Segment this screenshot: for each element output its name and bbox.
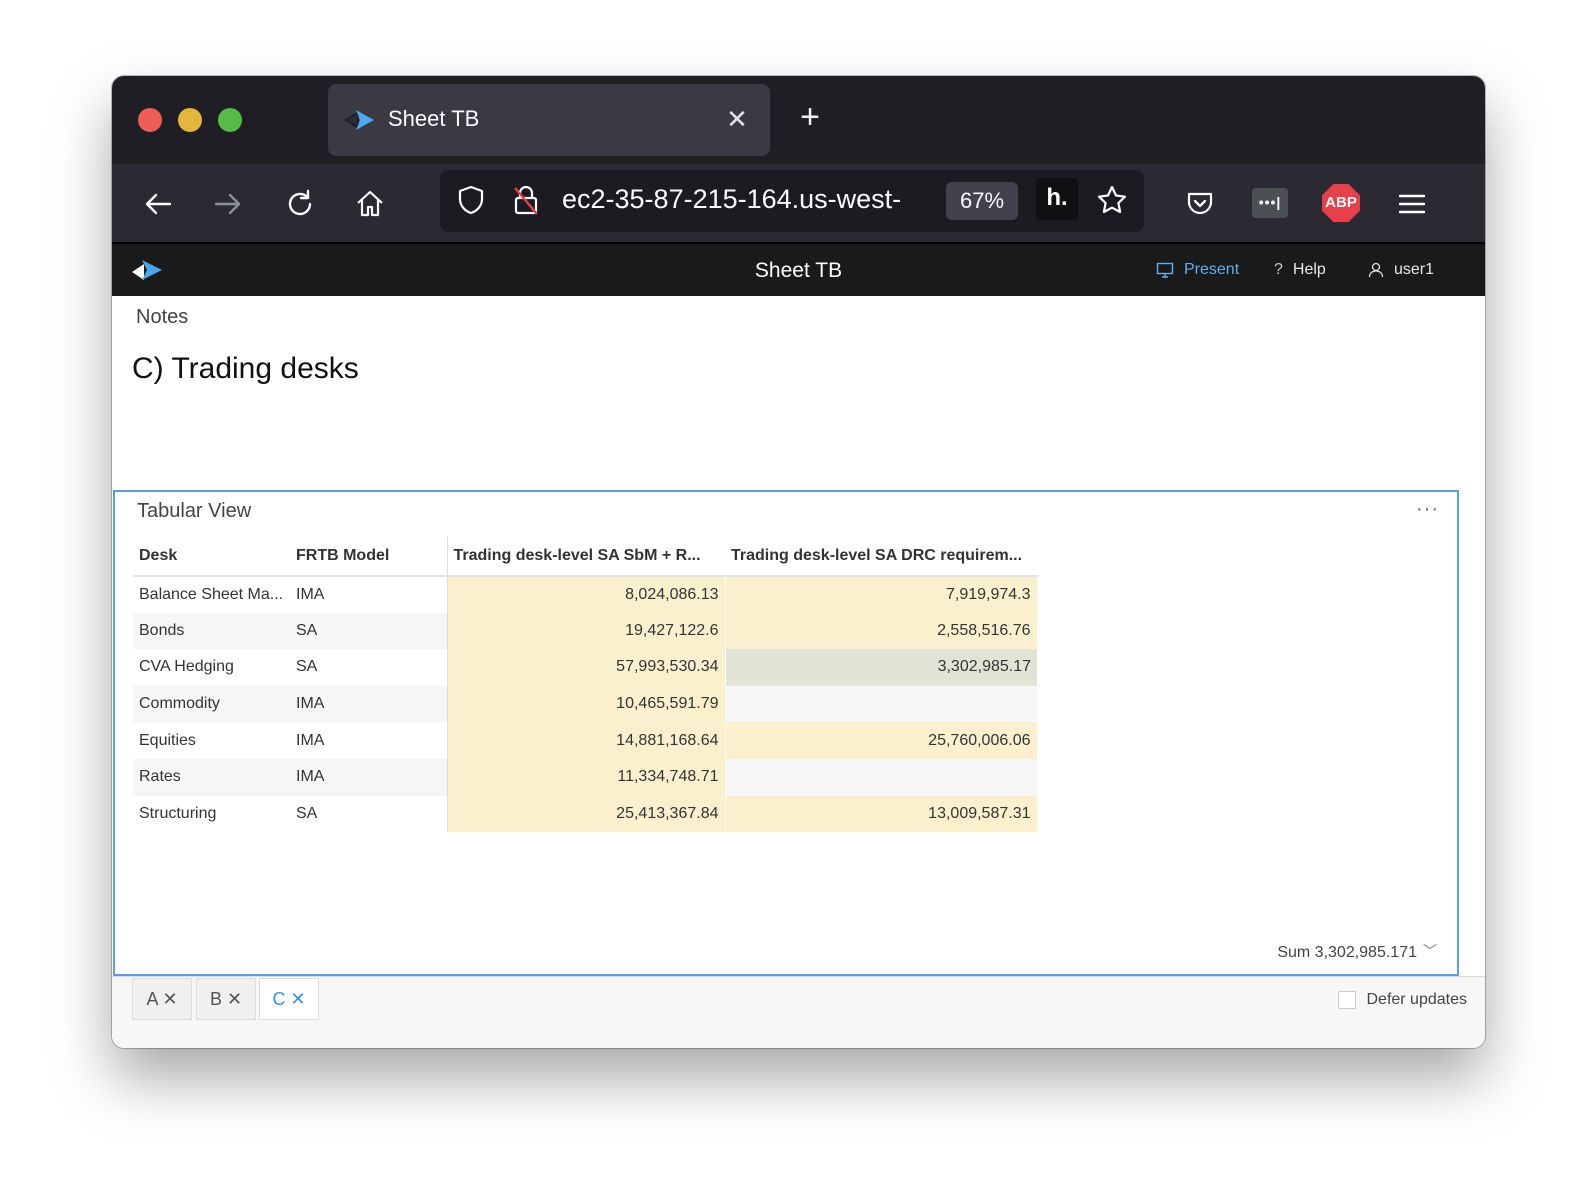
help-button[interactable]: ? Help [1274, 261, 1326, 279]
cell-sbm[interactable]: 11,334,748.71 [447, 758, 726, 796]
table-row: CVA Hedging SA 57,993,530.34 3,302,985.1… [133, 649, 1037, 686]
cell-desk[interactable]: Structuring [133, 796, 290, 833]
home-icon[interactable] [354, 188, 386, 220]
cell-sbm[interactable]: 57,993,530.34 [447, 649, 726, 686]
app-header: Sheet TB Present ? Help user1 [112, 242, 1485, 296]
table-row: Structuring SA 25,413,367.84 13,009,587.… [133, 795, 1038, 833]
tab-title: Sheet TB [388, 106, 480, 131]
cell-model[interactable]: SA [290, 795, 448, 833]
cell-sbm[interactable]: 25,413,367.84 [447, 795, 726, 833]
browser-titlebar: Sheet TB ✕ + [112, 76, 1485, 164]
url-bar[interactable]: ec2-35-87-215-164.us-west- 67% h. [440, 170, 1144, 232]
browser-navbar: ec2-35-87-215-164.us-west- 67% h. •••| A… [112, 164, 1485, 242]
table-row: Rates IMA 11,334,748.71 [133, 758, 1037, 796]
lastpass-extension-icon[interactable]: •••| [1252, 188, 1288, 218]
hamburger-menu-icon[interactable] [1396, 188, 1428, 220]
chevron-down-icon[interactable]: ﹀ [1423, 941, 1437, 961]
cell-model[interactable]: SA [290, 649, 448, 686]
cell-sbm[interactable]: 14,881,168.64 [447, 722, 726, 759]
cell-drc[interactable] [725, 758, 1037, 796]
cell-desk[interactable]: Commodity [133, 685, 290, 723]
close-icon[interactable]: ✕ [227, 989, 242, 1009]
cell-sbm[interactable]: 10,465,591.79 [447, 685, 726, 723]
close-icon[interactable]: ✕ [162, 989, 177, 1009]
sheet-tab-label: A [146, 989, 158, 1009]
cell-drc[interactable]: 2,558,516.76 [725, 612, 1038, 650]
panel-title: Tabular View [137, 500, 252, 522]
monitor-icon [1156, 262, 1174, 278]
question-mark-icon: ? [1274, 261, 1283, 278]
column-header-frtb-model[interactable]: FRTB Model [290, 536, 448, 577]
insecure-lock-icon[interactable] [512, 184, 540, 216]
cell-drc[interactable]: 7,919,974.3 [725, 576, 1038, 613]
sheet-tab-b[interactable]: B ✕ [196, 978, 256, 1020]
more-options-icon[interactable]: ··· [1416, 498, 1439, 521]
sheet-tab-label: C [272, 989, 286, 1009]
browser-window: Sheet TB ✕ + ec2-35-87-215-164.us-west- … [112, 76, 1485, 1048]
data-table: Desk FRTB Model Trading desk-level SA Sb… [133, 536, 1038, 833]
sheet-tab-c[interactable]: C ✕ [259, 978, 319, 1020]
column-header-desk[interactable]: Desk [133, 536, 290, 577]
column-header-sbm[interactable]: Trading desk-level SA SbM + R... [447, 536, 725, 577]
cell-model[interactable]: IMA [290, 576, 448, 613]
notes-label: Notes [136, 306, 189, 328]
new-tab-button[interactable]: + [792, 100, 828, 134]
bookmark-star-icon[interactable] [1096, 184, 1128, 216]
cell-sbm[interactable]: 19,427,122.6 [447, 612, 726, 650]
column-header-drc[interactable]: Trading desk-level SA DRC requirem... [725, 536, 1037, 577]
url-fade [900, 178, 950, 224]
notes-heading: C) Trading desks [132, 352, 359, 385]
cell-sbm[interactable]: 8,024,086.13 [447, 576, 726, 613]
back-arrow-icon[interactable] [142, 188, 174, 220]
tabular-view-panel[interactable]: Tabular View ··· Desk FRTB Model Trading… [113, 490, 1459, 976]
cell-desk[interactable]: Equities [133, 722, 290, 759]
tab-close-icon[interactable]: ✕ [724, 106, 750, 132]
shield-icon[interactable] [456, 184, 486, 216]
selection-sum: Sum 3,302,985.171 [1277, 944, 1417, 961]
table-header-row: Desk FRTB Model Trading desk-level SA Sb… [133, 536, 1037, 577]
sheet-tabs-bar: A ✕ B ✕ C ✕ Defer updates [112, 976, 1485, 1048]
adblock-plus-icon[interactable]: ABP [1322, 184, 1360, 222]
defer-updates-toggle[interactable]: Defer updates [1338, 991, 1467, 1009]
cell-desk[interactable]: Balance Sheet Ma... [133, 576, 290, 613]
maximize-window-button[interactable] [218, 108, 242, 132]
reload-icon[interactable] [284, 188, 316, 220]
user-icon [1368, 262, 1384, 278]
table-row: Balance Sheet Ma... IMA 8,024,086.13 7,9… [133, 576, 1038, 613]
cell-drc[interactable]: 13,009,587.31 [725, 795, 1038, 833]
cell-desk[interactable]: Rates [133, 758, 290, 796]
forward-arrow-icon[interactable] [212, 188, 244, 220]
table-row: Bonds SA 19,427,122.6 2,558,516.76 [133, 612, 1038, 650]
sheet-tab-label: B [209, 989, 222, 1009]
help-label: Help [1292, 261, 1326, 278]
pocket-icon[interactable] [1184, 188, 1216, 220]
minimize-window-button[interactable] [178, 108, 202, 132]
table-row: Commodity IMA 10,465,591.79 [133, 685, 1037, 723]
cell-drc-selected[interactable]: 3,302,985.17 [725, 649, 1037, 686]
cell-model[interactable]: IMA [290, 685, 448, 723]
app-favicon-icon [345, 110, 374, 130]
cell-model[interactable]: IMA [290, 758, 448, 796]
hypothesis-extension-icon[interactable]: h. [1036, 178, 1078, 220]
cell-drc[interactable] [725, 685, 1037, 723]
user-menu[interactable]: user1 [1368, 261, 1434, 279]
close-icon[interactable]: ✕ [290, 989, 305, 1009]
cell-drc[interactable]: 25,760,006.06 [725, 722, 1038, 759]
zoom-level-badge[interactable]: 67% [946, 182, 1018, 220]
cell-model[interactable]: SA [290, 612, 448, 650]
close-window-button[interactable] [138, 108, 162, 132]
browser-tab-sheet-tb[interactable]: Sheet TB ✕ [328, 84, 770, 156]
present-label: Present [1184, 261, 1240, 278]
defer-updates-label: Defer updates [1366, 991, 1467, 1008]
cell-desk[interactable]: CVA Hedging [133, 649, 290, 686]
user-name: user1 [1394, 261, 1435, 278]
url-text[interactable]: ec2-35-87-215-164.us-west- [562, 184, 942, 215]
present-button[interactable]: Present [1156, 261, 1239, 279]
cell-desk[interactable]: Bonds [133, 612, 290, 650]
defer-updates-checkbox[interactable] [1338, 991, 1357, 1009]
cell-model[interactable]: IMA [290, 722, 448, 759]
sheet-tab-a[interactable]: A ✕ [132, 978, 192, 1020]
table-row: Equities IMA 14,881,168.64 25,760,006.06 [133, 722, 1038, 759]
